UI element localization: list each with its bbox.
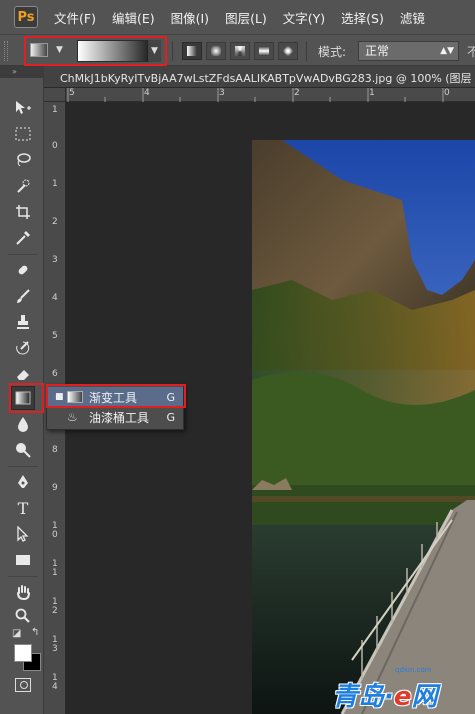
selected-bullet-icon: ■	[55, 392, 64, 402]
ruler-label: 0	[52, 141, 58, 151]
shortcut-key: G	[166, 410, 175, 424]
ruler-label: 5	[52, 331, 58, 341]
flyout-item-label: 渐变工具	[89, 390, 138, 405]
dodge-tool-icon[interactable]	[11, 438, 35, 462]
gradient-tool-flyout: ■ 渐变工具 G ♨ 油漆桶工具 G	[46, 384, 184, 430]
photoshop-logo-icon[interactable]: Ps	[14, 6, 38, 28]
ruler-origin[interactable]	[44, 88, 66, 102]
ruler-label: 3	[219, 88, 225, 98]
menu-file[interactable]: 文件(F)	[54, 8, 96, 27]
eyedropper-tool-icon[interactable]	[11, 226, 35, 250]
ruler-label: 11	[52, 559, 58, 578]
ruler-label: 2	[52, 217, 58, 227]
ruler-label: 14	[52, 673, 58, 692]
ruler-label: 4	[144, 88, 150, 98]
tools-panel: » T ◪ ↰	[0, 66, 44, 714]
menu-layer[interactable]: 图层(L)	[225, 8, 267, 27]
pen-tool-icon[interactable]	[11, 470, 35, 494]
divider	[8, 466, 38, 467]
menu-edit[interactable]: 编辑(E)	[112, 8, 155, 27]
hand-tool-icon[interactable]	[11, 580, 35, 604]
ruler-label: 2	[294, 88, 300, 98]
brush-tool-icon[interactable]	[11, 284, 35, 308]
rectangle-tool-icon[interactable]	[11, 548, 35, 572]
healing-brush-tool-icon[interactable]	[11, 258, 35, 282]
landscape-photo	[252, 140, 475, 714]
move-tool-icon[interactable]	[11, 96, 35, 120]
options-bar: ▼ ▼ 模式: 正常 ▲▼ 不	[0, 34, 475, 66]
menu-image[interactable]: 图像(I)	[171, 8, 209, 27]
document-tab[interactable]: ChMkJ1bKyRyITvBjAA7wLstZFdsAALIKABTpVwAD…	[44, 66, 475, 88]
opacity-label-clipped: 不	[467, 45, 475, 59]
crop-tool-icon[interactable]	[11, 200, 35, 224]
clone-stamp-tool-icon[interactable]	[11, 310, 35, 334]
default-colors-icon[interactable]: ◪	[12, 628, 21, 639]
eraser-tool-icon[interactable]	[11, 362, 35, 386]
divider	[306, 41, 307, 61]
flyout-item-gradient[interactable]: ■ 渐变工具 G	[47, 387, 183, 407]
mode-value: 正常	[365, 44, 390, 58]
ruler-label: 13	[52, 635, 58, 654]
options-grip[interactable]	[4, 41, 8, 61]
watermark-logo: 青岛·e网	[332, 682, 438, 712]
logo-text: Ps	[17, 9, 35, 25]
ruler-ticks	[67, 88, 444, 102]
tool-preset-dropdown-icon[interactable]: ▼	[56, 45, 63, 55]
swap-colors-icon[interactable]: ↰	[31, 627, 39, 638]
ruler-label: 1	[52, 179, 58, 189]
mode-label: 模式:	[318, 45, 347, 59]
diamond-gradient-button[interactable]	[278, 42, 298, 60]
menu-select[interactable]: 选择(S)	[341, 8, 384, 27]
mode-select[interactable]: 正常 ▲▼	[358, 41, 459, 61]
horizontal-ruler[interactable]: 5 4 3 2 1 0	[66, 88, 475, 102]
history-brush-tool-icon[interactable]	[11, 336, 35, 360]
watermark-e: e	[393, 682, 412, 712]
watermark-text: 青岛	[332, 682, 385, 712]
flyout-item-paint-bucket[interactable]: ♨ 油漆桶工具 G	[47, 407, 183, 427]
type-tool-icon[interactable]: T	[11, 496, 35, 520]
gradient-icon	[67, 391, 83, 403]
foreground-color-swatch[interactable]	[14, 644, 32, 662]
zoom-tool-icon[interactable]	[11, 604, 35, 628]
ruler-label: 12	[52, 597, 58, 616]
divider	[172, 41, 173, 61]
path-selection-tool-icon[interactable]	[11, 522, 35, 546]
marquee-tool-icon[interactable]	[11, 122, 35, 146]
ruler-label: 8	[52, 445, 58, 455]
menu-type[interactable]: 文字(Y)	[283, 8, 325, 27]
gradient-tool-preset-icon[interactable]	[30, 43, 48, 57]
paint-bucket-icon: ♨	[67, 410, 78, 424]
document-photo[interactable]	[252, 140, 475, 714]
ruler-label: 0	[444, 88, 450, 98]
lasso-tool-icon[interactable]	[11, 148, 35, 172]
shortcut-key: G	[166, 390, 175, 404]
tools-panel-collapse-icon[interactable]: »	[0, 66, 44, 78]
ruler-label: 5	[69, 88, 75, 98]
watermark-tail: 网	[411, 682, 438, 712]
radial-gradient-button[interactable]	[206, 42, 226, 60]
ruler-label: 4	[52, 293, 58, 303]
ruler-label: 9	[52, 483, 58, 493]
watermark-url: qdxin.com	[395, 666, 432, 674]
menu-filter[interactable]: 滤镜	[400, 8, 425, 27]
menu-bar: Ps 文件(F) 编辑(E) 图像(I) 图层(L) 文字(Y) 选择(S) 滤…	[0, 0, 475, 34]
divider	[8, 254, 38, 255]
ruler-label: 1	[369, 88, 375, 98]
mode-dropdown-icon: ▲▼	[440, 46, 454, 56]
ruler-label: 6	[52, 369, 58, 379]
quick-mask-icon[interactable]	[15, 678, 31, 692]
document-title: ChMkJ1bKyRyITvBjAA7wLstZFdsAALIKABTpVwAD…	[60, 72, 472, 85]
gradient-picker-dropdown-icon[interactable]: ▼	[147, 40, 161, 62]
gradient-tool-icon[interactable]	[11, 386, 35, 410]
ruler-label: 1	[52, 105, 58, 115]
linear-gradient-button[interactable]	[182, 42, 202, 60]
blur-tool-icon[interactable]	[11, 412, 35, 436]
quick-selection-tool-icon[interactable]	[11, 174, 35, 198]
ruler-label: 3	[52, 255, 58, 265]
reflected-gradient-button[interactable]	[254, 42, 274, 60]
flyout-item-label: 油漆桶工具	[89, 410, 150, 425]
ruler-label: 10	[52, 521, 58, 540]
angle-gradient-button[interactable]	[230, 42, 250, 60]
divider	[8, 576, 38, 577]
